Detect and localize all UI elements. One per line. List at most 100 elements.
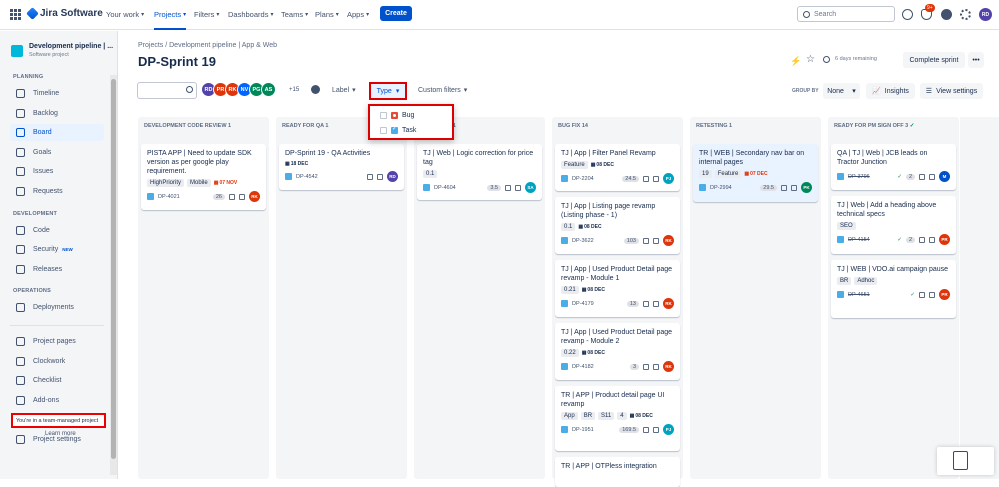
issue-card[interactable]: TJ | Web | Add a heading above technical…: [831, 196, 956, 254]
issue-label[interactable]: BR: [837, 277, 852, 285]
issue-card[interactable]: TJ | App | Used Product Detail page reva…: [555, 323, 680, 380]
assignee-avatar[interactable]: PR: [939, 289, 950, 300]
issue-label[interactable]: App: [561, 412, 578, 420]
issue-key[interactable]: DP-4182: [572, 364, 626, 370]
checkbox[interactable]: [380, 127, 387, 134]
assignee-avatar[interactable]: RK: [663, 298, 674, 309]
settings-gear-icon[interactable]: [960, 9, 971, 20]
assignee-avatar[interactable]: PJ: [663, 173, 674, 184]
issue-key[interactable]: DP-3622: [572, 238, 620, 244]
issue-key[interactable]: DP-3796: [848, 174, 893, 180]
lightning-icon[interactable]: ⚡: [790, 56, 801, 67]
sidebar-item-security[interactable]: Security NEW: [10, 241, 104, 258]
sidebar-item-code[interactable]: Code: [10, 222, 104, 239]
nav-dashboards[interactable]: Dashboards ▾: [228, 10, 273, 19]
sidebar-item-requests[interactable]: Requests: [10, 183, 104, 200]
sidebar-item-checklist[interactable]: Checklist: [10, 372, 104, 389]
sidebar-item-add-ons[interactable]: Add-ons: [10, 392, 104, 409]
issue-card[interactable]: TR | WEB | Secondary nav bar on internal…: [693, 144, 818, 202]
create-button[interactable]: Create: [380, 6, 412, 21]
issue-key[interactable]: DP-4021: [158, 194, 209, 200]
issue-card[interactable]: TR | APP | OTPless integration: [555, 457, 680, 487]
star-icon[interactable]: ☆: [806, 54, 815, 65]
issue-card[interactable]: TJ | App | Listing page revamp (Listing …: [555, 197, 680, 254]
assignee-avatar[interactable]: M: [939, 171, 950, 182]
assignee-avatar[interactable]: PK: [801, 182, 812, 193]
view-settings-button[interactable]: ☰ View settings: [920, 83, 983, 99]
nav-plans[interactable]: Plans ▾: [315, 10, 339, 19]
more-assignees[interactable]: +15: [289, 87, 299, 93]
sidebar-item-board[interactable]: Board: [10, 124, 104, 142]
sidebar-item-clockwork[interactable]: Clockwork: [10, 353, 104, 370]
sidebar-item-timeline[interactable]: Timeline: [10, 85, 104, 102]
label-filter-dropdown[interactable]: Label ▾: [332, 86, 356, 95]
assignee-avatar[interactable]: PJ: [663, 424, 674, 435]
sidebar-scrollbar-thumb[interactable]: [111, 79, 116, 459]
assignee-avatar[interactable]: RK: [663, 235, 674, 246]
type-option-task[interactable]: Task: [370, 123, 452, 138]
nav-projects[interactable]: Projects ▾: [154, 10, 187, 30]
issue-label[interactable]: Feature: [561, 161, 588, 169]
issue-card[interactable]: QA | TJ | Web | JCB leads on Tractor Jun…: [831, 144, 956, 190]
search-input[interactable]: Search: [797, 6, 895, 22]
issue-key[interactable]: DP-4604: [434, 185, 483, 191]
issue-key[interactable]: DP-1951: [572, 427, 615, 433]
issue-key[interactable]: DP-4154: [848, 237, 893, 243]
assignee-avatar[interactable]: RK: [663, 361, 674, 372]
nav-your-work[interactable]: Your work ▾: [106, 10, 144, 19]
assignee-avatar[interactable]: PR: [939, 234, 950, 245]
whats-new-icon[interactable]: [902, 9, 913, 20]
assignee-avatar[interactable]: RD: [387, 171, 398, 182]
issue-card[interactable]: TJ | App | Used Product Detail page reva…: [555, 260, 680, 317]
issue-label[interactable]: 19: [699, 170, 712, 178]
sidebar-item-goals[interactable]: Goals: [10, 144, 104, 161]
issue-label[interactable]: 0.22: [561, 349, 579, 357]
checkbox[interactable]: [380, 112, 387, 119]
complete-sprint-button[interactable]: Complete sprint: [903, 52, 965, 68]
help-icon[interactable]: [941, 9, 952, 20]
breadcrumb[interactable]: Projects / Development pipeline | App & …: [138, 42, 277, 49]
issue-label[interactable]: S11: [598, 412, 615, 420]
issue-key[interactable]: DP-4651: [848, 292, 906, 298]
jira-logo[interactable]: Jira Software: [26, 7, 103, 20]
insights-button[interactable]: 📈 Insights: [866, 83, 915, 99]
issue-key[interactable]: DP-2204: [572, 176, 618, 182]
issue-card[interactable]: PISTA APP | Need to update SDK version a…: [141, 144, 266, 210]
add-people-icon[interactable]: [311, 85, 320, 94]
app-switcher-icon[interactable]: [10, 9, 21, 20]
nav-apps[interactable]: Apps ▾: [347, 10, 369, 19]
issue-label[interactable]: BR: [580, 412, 596, 420]
issue-label[interactable]: Adhoc: [854, 277, 878, 285]
issue-key[interactable]: DP-4542: [296, 174, 363, 180]
type-filter-dropdown[interactable]: Type ▾: [369, 82, 407, 100]
issue-key[interactable]: DP-4179: [572, 301, 623, 307]
issue-label[interactable]: Feature: [714, 170, 742, 178]
sidebar-item-backlog[interactable]: Backlog: [10, 105, 104, 122]
learn-more-link[interactable]: Learn more: [45, 431, 76, 437]
assignee-avatar[interactable]: SA: [525, 182, 536, 193]
sidebar-item-issues[interactable]: Issues: [10, 163, 104, 180]
assignee-avatar[interactable]: RK: [249, 191, 260, 202]
issue-key[interactable]: DP-2994: [710, 185, 756, 191]
more-actions-button[interactable]: •••: [968, 52, 984, 68]
project-header[interactable]: Development pipeline | ... Software proje…: [11, 43, 113, 58]
issue-card[interactable]: DP-Sprint 19 - QA Activities ▦ 18 DEC DP-45…: [279, 144, 404, 190]
assignee-avatar[interactable]: AS: [261, 82, 276, 97]
nav-filters[interactable]: Filters ▾: [194, 10, 219, 19]
custom-filters-dropdown[interactable]: Custom filters ▾: [418, 86, 467, 95]
sidebar-item-deployments[interactable]: Deployments: [10, 299, 104, 316]
issue-card[interactable]: TJ | Web | Logic correction for price ta…: [417, 144, 542, 200]
sidebar-item-releases[interactable]: Releases: [10, 261, 104, 278]
issue-card[interactable]: TR | APP | Product detail page UI revamp…: [555, 386, 680, 451]
nav-teams[interactable]: Teams ▾: [281, 10, 308, 19]
sidebar-item-project-pages[interactable]: Project pages: [10, 333, 104, 350]
issue-label[interactable]: 0.1: [561, 223, 576, 231]
type-option-bug[interactable]: Bug: [370, 108, 452, 123]
issue-label[interactable]: HighPriority: [147, 179, 185, 187]
issue-label[interactable]: 0.1: [423, 170, 438, 178]
user-avatar[interactable]: RD: [979, 8, 992, 21]
issue-label[interactable]: Mobile: [187, 179, 211, 187]
issue-card[interactable]: TJ | App | Filter Panel Revamp Feature ▦ 08…: [555, 144, 680, 191]
issue-card[interactable]: TJ | WEB | VDO.ai campaign pause BR Adhoc D…: [831, 260, 956, 318]
issue-label[interactable]: 4: [617, 412, 627, 420]
